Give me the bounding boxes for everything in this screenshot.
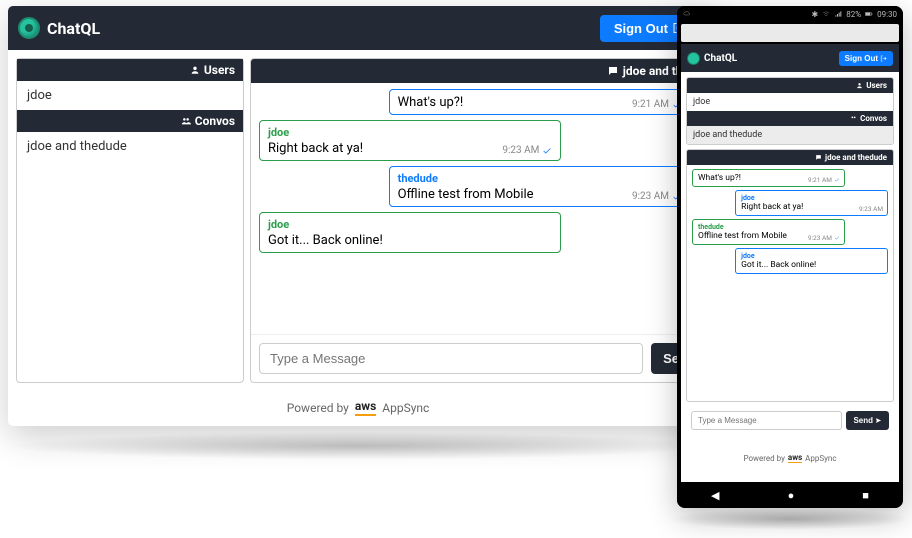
convos-header: Convos — [17, 110, 243, 132]
clock: 09:30 — [877, 10, 897, 19]
check-icon — [834, 177, 840, 183]
brand-icon — [18, 17, 40, 39]
check-icon — [542, 146, 552, 156]
battery-icon — [865, 10, 873, 18]
message-time: 9:23 AM — [502, 145, 539, 156]
message-input[interactable] — [259, 343, 643, 374]
chat-icon — [607, 65, 619, 77]
message-row: jdoe Right back at ya! 9:23 AM — [259, 120, 561, 161]
convo-item[interactable]: jdoe and thedude — [17, 132, 243, 161]
battery-pct: 82% — [846, 10, 861, 19]
aws-logo: aws — [788, 453, 802, 463]
mobile-message: What's up?! 9:21 AM — [692, 169, 845, 187]
mobile-message-input[interactable] — [691, 411, 842, 430]
mobile-navbar: ChatQL Sign Out — [681, 44, 899, 72]
message-time: 9:23 AM — [632, 191, 669, 202]
mobile-status-bar: ✱ 82% 09:30 — [677, 6, 903, 22]
user-icon — [190, 65, 200, 75]
mobile-message: jdoe Right back at ya! 9:23 AM — [735, 190, 888, 216]
sign-out-icon — [880, 55, 887, 62]
brand: ChatQL — [18, 17, 100, 39]
android-nav-bar: ◀ ● ■ — [677, 482, 903, 508]
desktop-window: ChatQL Sign Out Users jdoe Convos jdoe a… — [8, 6, 708, 426]
sidebar: Users jdoe Convos jdoe and thedude — [16, 58, 244, 383]
mobile-messages: What's up?! 9:21 AM jdoe Right back at y… — [687, 165, 893, 401]
chat-icon — [815, 154, 822, 161]
mobile-window: ✱ 82% 09:30 ChatQL Sign Out Users jdoe C… — [677, 6, 903, 508]
footer: Powered by aws AppSync — [8, 391, 708, 426]
sign-out-label: Sign Out — [614, 21, 668, 36]
mobile-chat-panel: jdoe and thedude What's up?! 9:21 AM jdo… — [686, 149, 894, 402]
message-row: thedude Offline test from Mobile 9:23 AM — [389, 166, 691, 207]
chat-panel: jdoe and the What's up?! 9:21 AM jdoe Ri… — [250, 58, 700, 383]
recent-button[interactable]: ■ — [862, 489, 869, 502]
user-item-jdoe[interactable]: jdoe — [17, 81, 243, 110]
mobile-compose: Send — [686, 406, 894, 435]
users-icon — [850, 115, 857, 122]
mobile-url-bar[interactable] — [681, 24, 899, 42]
signal-icon — [834, 10, 842, 18]
message-row: What's up?! 9:21 AM — [389, 89, 691, 115]
users-header: Users — [17, 59, 243, 81]
navbar: ChatQL Sign Out — [8, 6, 708, 50]
user-icon — [856, 82, 863, 89]
send-icon — [875, 417, 882, 424]
back-button[interactable]: ◀ — [711, 489, 719, 502]
mobile-chat-title: jdoe and thedude — [687, 150, 893, 165]
mobile-brand: ChatQL — [687, 52, 737, 65]
mobile-shadow — [670, 508, 910, 530]
message-row: jdoe Got it... Back online! — [259, 212, 561, 253]
aws-logo: aws — [355, 399, 376, 416]
compose: Se — [251, 334, 699, 382]
mobile-message: thedude Offline test from Mobile 9:23 AM — [692, 219, 845, 245]
chat-title: jdoe and the — [251, 59, 699, 83]
mobile-convo[interactable]: jdoe and thedude — [687, 126, 893, 144]
mobile-send-button[interactable]: Send — [846, 411, 889, 430]
mobile-user[interactable]: jdoe — [687, 93, 893, 111]
cloud-icon — [683, 10, 691, 18]
message-time: 9:21 AM — [632, 99, 669, 110]
desktop-shadow — [8, 432, 708, 460]
mobile-footer: Powered by aws AppSync — [686, 439, 894, 477]
users-icon — [181, 116, 191, 126]
messages: What's up?! 9:21 AM jdoe Right back at y… — [251, 83, 699, 334]
mobile-sign-out-button[interactable]: Sign Out — [839, 51, 893, 66]
check-icon — [834, 235, 840, 241]
mobile-message: jdoe Got it... Back online! — [735, 248, 888, 274]
bluetooth-icon: ✱ — [812, 10, 819, 19]
home-button[interactable]: ● — [788, 489, 795, 502]
brand-name: ChatQL — [47, 19, 100, 38]
wifi-icon — [822, 10, 830, 18]
brand-icon — [687, 52, 700, 65]
mobile-users-panel: Users jdoe Convos jdoe and thedude — [686, 77, 894, 145]
